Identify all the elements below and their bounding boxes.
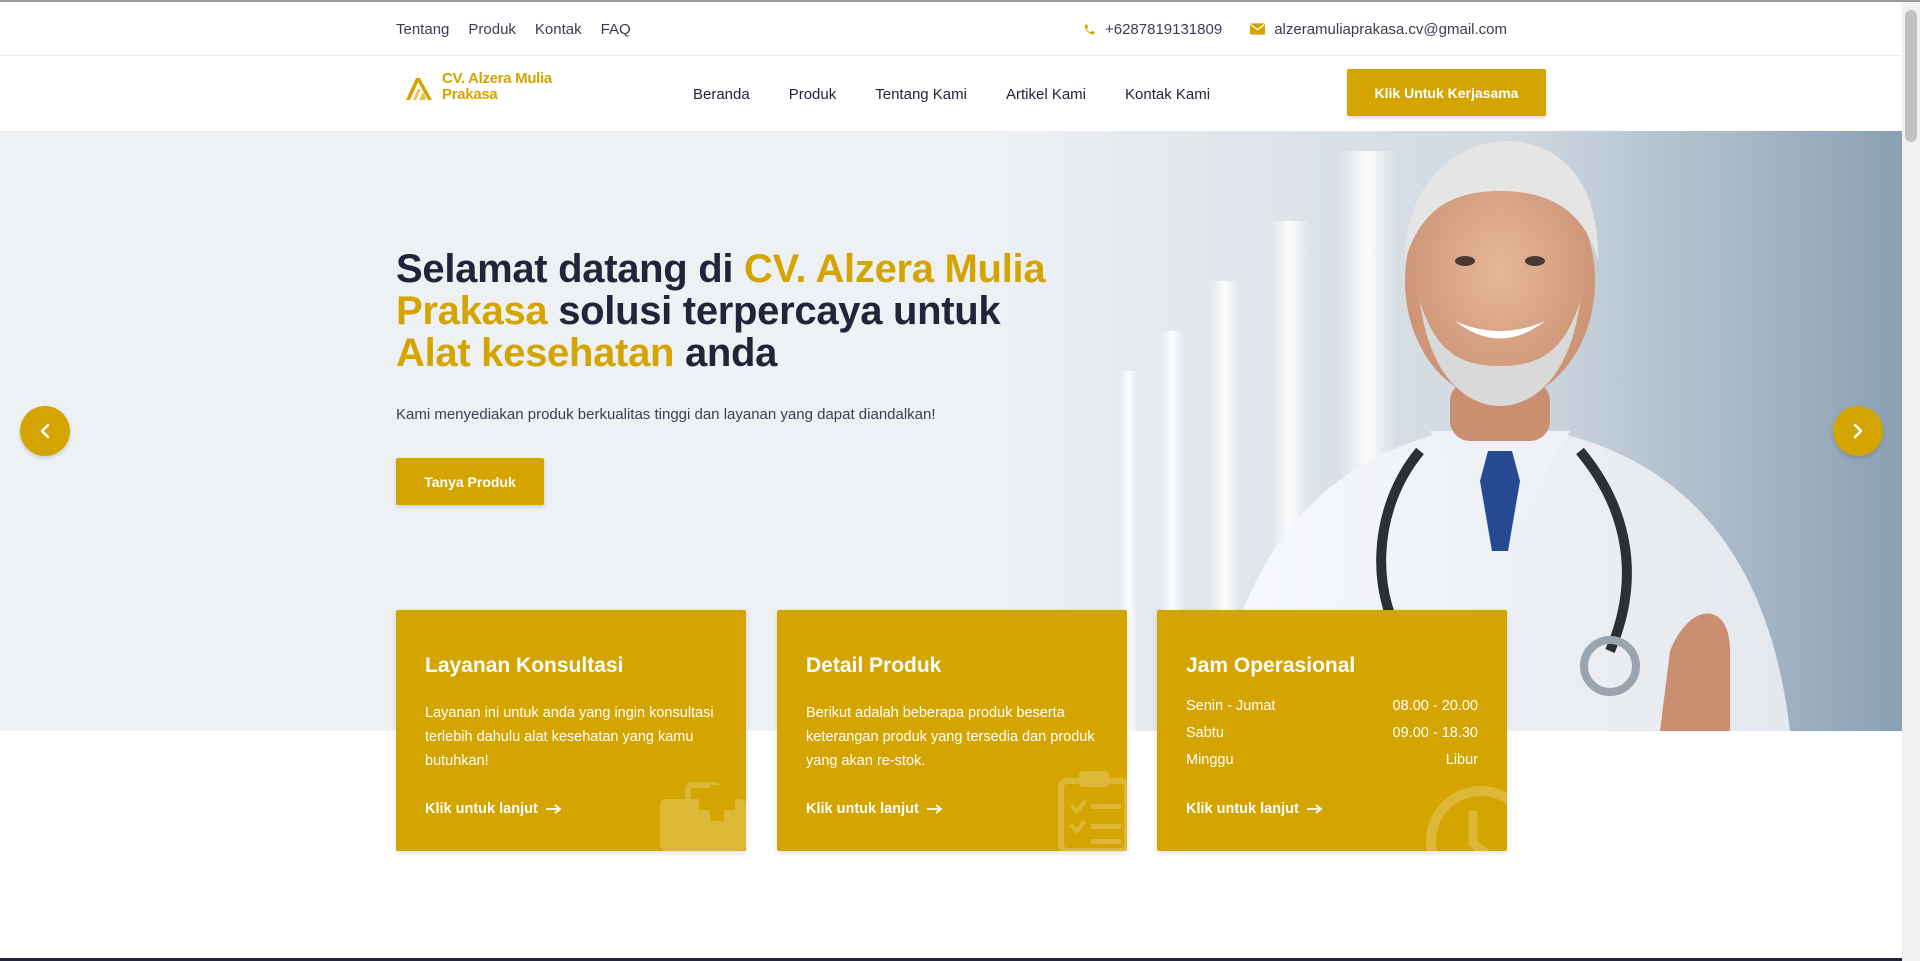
hours-time: 09.00 - 18.30 xyxy=(1392,725,1478,741)
logo-line-2: Prakasa xyxy=(442,86,498,103)
hours-row: Minggu Libur xyxy=(1186,752,1478,779)
hero-heading: Selamat datang di CV. Alzera Mulia Praka… xyxy=(396,248,1076,374)
hero-heading-part-5: anda xyxy=(674,331,778,375)
page-scrollbar[interactable] xyxy=(1902,2,1920,961)
arrow-right-icon xyxy=(1306,804,1323,814)
hero-subtitle: Kami menyediakan produk berkualitas ting… xyxy=(396,406,936,423)
card-title: Detail Produk xyxy=(806,654,942,677)
top-links: Tentang Produk Kontak FAQ xyxy=(396,2,631,56)
hours-time: 08.00 - 20.00 xyxy=(1392,698,1478,714)
hours-day: Minggu xyxy=(1186,752,1234,768)
phone-contact[interactable]: +6287819131809 xyxy=(1083,21,1222,38)
hours-time: Libur xyxy=(1445,752,1478,768)
hours-row: Senin - Jumat 08.00 - 20.00 xyxy=(1186,698,1478,725)
top-link-produk[interactable]: Produk xyxy=(468,21,516,38)
scrollbar-thumb[interactable] xyxy=(1905,10,1917,142)
chevron-right-icon xyxy=(1853,423,1863,439)
clock-icon xyxy=(1426,786,1507,851)
phone-number: +6287819131809 xyxy=(1104,20,1223,38)
card-link-label: Klik untuk lanjut xyxy=(806,801,919,817)
nav-item-artikel-kami[interactable]: Artikel Kami xyxy=(1006,86,1086,103)
logo-mark-icon xyxy=(406,78,432,100)
card-title: Layanan Konsultasi xyxy=(425,654,624,677)
arrow-right-icon xyxy=(926,804,943,814)
hours-row: Sabtu 09.00 - 18.30 xyxy=(1186,725,1478,752)
card-link[interactable]: Klik untuk lanjut xyxy=(425,801,562,817)
card-link-label: Klik untuk lanjut xyxy=(425,801,538,817)
envelope-icon xyxy=(1250,23,1266,35)
top-link-faq[interactable]: FAQ xyxy=(601,21,631,38)
card-link[interactable]: Klik untuk lanjut xyxy=(1186,801,1323,817)
partnership-button[interactable]: Klik Untuk Kerjasama xyxy=(1347,69,1546,116)
top-bar: Tentang Produk Kontak FAQ +6287819131809… xyxy=(0,2,1902,56)
top-link-tentang[interactable]: Tentang xyxy=(396,21,449,38)
hours-day: Sabtu xyxy=(1186,725,1224,741)
card-link-label: Klik untuk lanjut xyxy=(1186,801,1299,817)
card-consultation: Layanan Konsultasi Layanan ini untuk and… xyxy=(396,610,746,851)
slider-prev-button[interactable] xyxy=(20,406,70,456)
medical-kit-icon xyxy=(660,782,746,851)
card-text: Layanan ini untuk anda yang ingin konsul… xyxy=(425,705,714,769)
hero-heading-part-3: solusi terpercaya untuk xyxy=(547,289,1001,333)
card-link[interactable]: Klik untuk lanjut xyxy=(806,801,943,817)
brand-logo[interactable]: CV. Alzera Mulia Prakasa xyxy=(404,71,552,103)
hours-day: Senin - Jumat xyxy=(1186,698,1276,714)
phone-icon xyxy=(1084,24,1095,34)
ask-product-button[interactable]: Tanya Produk xyxy=(396,458,544,505)
nav-item-beranda[interactable]: Beranda xyxy=(693,86,750,103)
email-address: alzeramuliaprakasa.cv@gmail.com xyxy=(1274,20,1507,38)
card-text: Berikut adalah beberapa produk beserta k… xyxy=(806,705,1095,769)
chevron-left-icon xyxy=(40,423,50,439)
card-operating-hours: Jam Operasional Senin - Jumat 08.00 - 20… xyxy=(1157,610,1507,851)
top-link-kontak[interactable]: Kontak xyxy=(535,21,582,38)
card-product-detail: Detail Produk Berikut adalah beberapa pr… xyxy=(777,610,1127,851)
arrow-right-icon xyxy=(545,804,562,814)
logo-line-1: CV. Alzera Mulia xyxy=(442,70,552,87)
nav-item-produk[interactable]: Produk xyxy=(789,86,837,103)
slider-next-button[interactable] xyxy=(1833,406,1883,456)
hero-heading-part-1: Selamat datang di xyxy=(396,247,745,291)
email-contact[interactable]: alzeramuliaprakasa.cv@gmail.com xyxy=(1250,21,1507,38)
hours-table: Senin - Jumat 08.00 - 20.00 Sabtu 09.00 … xyxy=(1186,698,1478,779)
card-title: Jam Operasional xyxy=(1186,654,1356,677)
top-contact: +6287819131809 alzeramuliaprakasa.cv@gma… xyxy=(1083,2,1507,56)
hero-heading-highlight: Alat kesehatan xyxy=(396,331,675,375)
logo-text: CV. Alzera Mulia Prakasa xyxy=(442,71,552,103)
nav-menu: Beranda Produk Tentang Kami Artikel Kami… xyxy=(693,57,1210,131)
nav-item-tentang-kami[interactable]: Tentang Kami xyxy=(875,86,967,103)
clipboard-checklist-icon xyxy=(1058,771,1127,851)
nav-item-kontak-kami[interactable]: Kontak Kami xyxy=(1125,86,1210,103)
main-navbar: CV. Alzera Mulia Prakasa Beranda Produk … xyxy=(0,57,1902,131)
